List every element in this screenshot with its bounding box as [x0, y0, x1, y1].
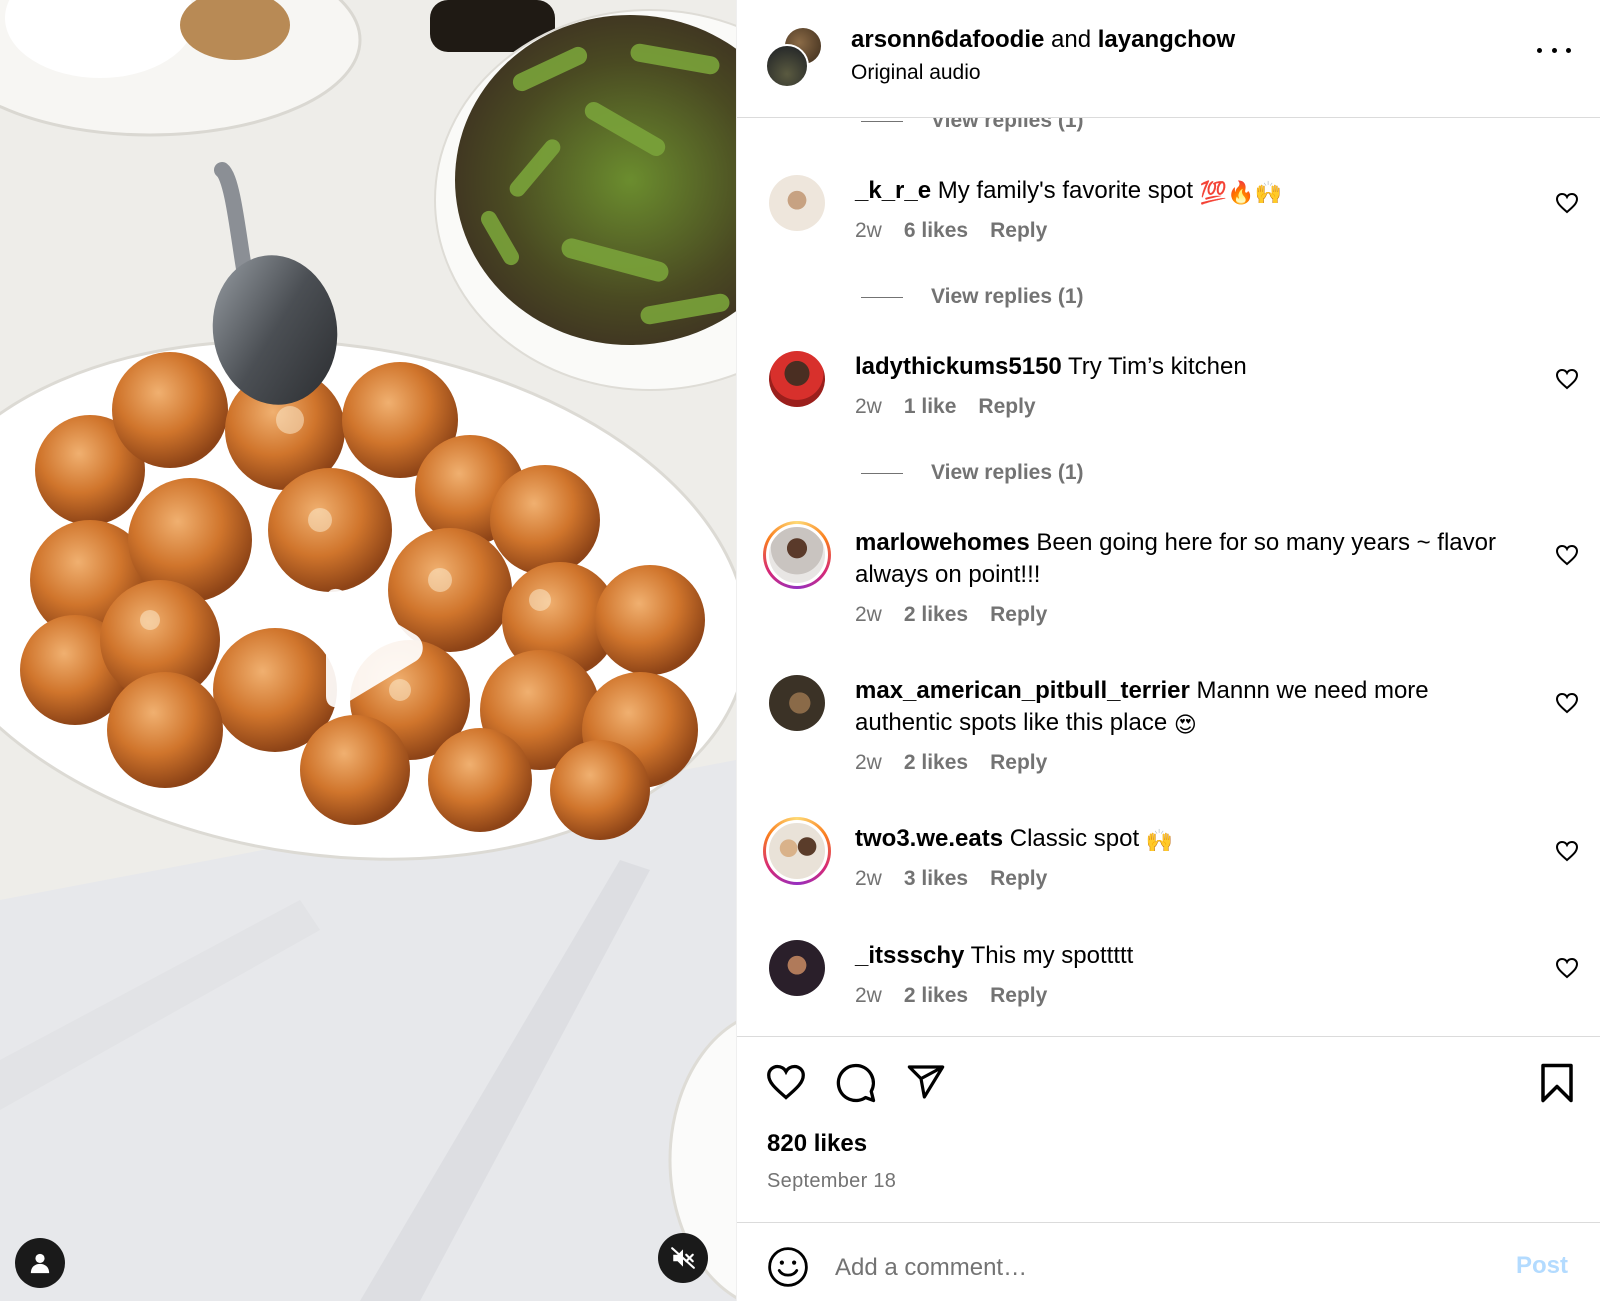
like-icon[interactable] [765, 1063, 807, 1101]
reply-button[interactable]: Reply [990, 984, 1047, 1008]
view-replies-label: View replies (1) [931, 285, 1084, 308]
user-icon [30, 1253, 50, 1274]
play-button[interactable] [316, 588, 428, 708]
avatar[interactable] [769, 175, 825, 231]
avatar [766, 524, 828, 586]
comments-list[interactable]: View replies (1) _k_r_e My family's favo… [737, 0, 1600, 1036]
collab-avatars[interactable] [765, 26, 827, 88]
more-dot [1566, 47, 1571, 53]
save-bookmark-icon[interactable] [1539, 1062, 1575, 1104]
comment-body: My family's favorite spot [937, 177, 1194, 204]
comment-likes[interactable]: 3 likes [904, 867, 968, 891]
post-header: arsonn6dafoodie and layangchow Original … [737, 0, 1600, 118]
comment-meta: 2w 2 likes Reply [855, 984, 1047, 1008]
comment-likes[interactable]: 2 likes [904, 984, 968, 1008]
collaborator-username[interactable]: layangchow [1098, 26, 1235, 53]
comment-meta: 2w 3 likes Reply [855, 867, 1047, 891]
reply-button[interactable]: Reply [990, 219, 1047, 243]
avatar [766, 820, 828, 882]
actions-divider [737, 1036, 1600, 1037]
comment-username[interactable]: _k_r_e [855, 177, 931, 204]
comment-time[interactable]: 2w [855, 219, 882, 243]
replies-line [861, 296, 903, 298]
comment-meta: 2w 6 likes Reply [855, 219, 1047, 243]
avatar[interactable] [769, 675, 825, 731]
comment-text: ladythickums5150 Try Tim’s kitchen [855, 351, 1515, 383]
heart-icon[interactable] [1555, 840, 1579, 862]
comment-username[interactable]: max_american_pitbull_terrier [855, 677, 1190, 704]
comment-emoji: 🙌 [1145, 828, 1174, 853]
comment-username[interactable]: marlowehomes [855, 529, 1030, 556]
audio-label[interactable]: Original audio [851, 60, 981, 86]
view-replies-label: View replies (1) [931, 461, 1084, 484]
replies-line [861, 472, 903, 474]
reply-button[interactable]: Reply [990, 603, 1047, 627]
post-date[interactable]: September 18 [767, 1170, 896, 1193]
comment-emoji: 😍 [1173, 712, 1197, 737]
comment-username[interactable]: two3.we.eats [855, 825, 1003, 852]
avatar-story-ring[interactable] [763, 817, 831, 885]
post-comment-button[interactable]: Post [1516, 1252, 1568, 1280]
comment-meta: 2w 2 likes Reply [855, 603, 1047, 627]
avatar[interactable] [769, 940, 825, 996]
comment-body: Classic spot [1009, 825, 1140, 852]
comment-body: This my spottttt [970, 942, 1134, 969]
more-options-button[interactable] [1537, 40, 1571, 60]
comment-icon[interactable] [835, 1062, 877, 1104]
reply-button[interactable]: Reply [990, 751, 1047, 775]
more-horizontal-icon [1537, 47, 1542, 53]
video-player[interactable] [0, 0, 736, 1301]
comment-input[interactable] [835, 1248, 1495, 1288]
mute-toggle-button[interactable] [658, 1233, 708, 1283]
view-replies-button[interactable]: View replies (1) [861, 458, 1084, 488]
comment-body: Try Tim’s kitchen [1068, 353, 1247, 380]
heart-icon[interactable] [1555, 957, 1579, 979]
comment-username[interactable]: _itssschy [855, 942, 964, 969]
comment-emoji: 💯🔥🙌 [1199, 180, 1282, 205]
post-authors: arsonn6dafoodie and layangchow [851, 25, 1235, 55]
comment-likes[interactable]: 1 like [904, 395, 957, 419]
comment-time[interactable]: 2w [855, 603, 882, 627]
avatar-story-ring[interactable] [763, 521, 831, 589]
speaker-muted-icon [671, 1247, 695, 1269]
comment-text: max_american_pitbull_terrier Mannn we ne… [855, 675, 1515, 739]
composer-divider [737, 1222, 1600, 1223]
comment-text: _k_r_e My family's favorite spot 💯🔥🙌 [855, 175, 1515, 207]
heart-icon[interactable] [1555, 192, 1579, 214]
comment-time[interactable]: 2w [855, 867, 882, 891]
heart-icon[interactable] [1555, 692, 1579, 714]
heart-icon[interactable] [1555, 544, 1579, 566]
view-replies-button[interactable]: View replies (1) [861, 282, 1084, 312]
avatar[interactable] [769, 351, 825, 407]
comment-time[interactable]: 2w [855, 751, 882, 775]
more-dot [1551, 47, 1557, 53]
comment-time[interactable]: 2w [855, 984, 882, 1008]
comment-time[interactable]: 2w [855, 395, 882, 419]
likes-count[interactable]: 820 likes [767, 1130, 867, 1158]
post-panel: View replies (1) _k_r_e My family's favo… [736, 0, 1600, 1301]
reply-button[interactable]: Reply [990, 867, 1047, 891]
comment-meta: 2w 1 like Reply [855, 395, 1036, 419]
author-username[interactable]: arsonn6dafoodie [851, 26, 1044, 53]
comment-text: _itssschy This my spottttt [855, 940, 1515, 972]
replies-line [861, 120, 903, 122]
heart-icon[interactable] [1555, 368, 1579, 390]
comment-likes[interactable]: 6 likes [904, 219, 968, 243]
comment-likes[interactable]: 2 likes [904, 751, 968, 775]
comment-meta: 2w 2 likes Reply [855, 751, 1047, 775]
comment-text: two3.we.eats Classic spot 🙌 [855, 823, 1515, 855]
reply-button[interactable]: Reply [978, 395, 1035, 419]
tagged-users-button[interactable] [15, 1238, 65, 1288]
comment-likes[interactable]: 2 likes [904, 603, 968, 627]
comment-text: marlowehomes Been going here for so many… [855, 527, 1515, 591]
share-icon[interactable] [905, 1062, 947, 1102]
avatar [765, 44, 809, 88]
emoji-icon[interactable] [767, 1246, 809, 1288]
play-icon [326, 588, 423, 708]
comment-username[interactable]: ladythickums5150 [855, 353, 1062, 380]
author-joiner: and [1051, 26, 1092, 53]
